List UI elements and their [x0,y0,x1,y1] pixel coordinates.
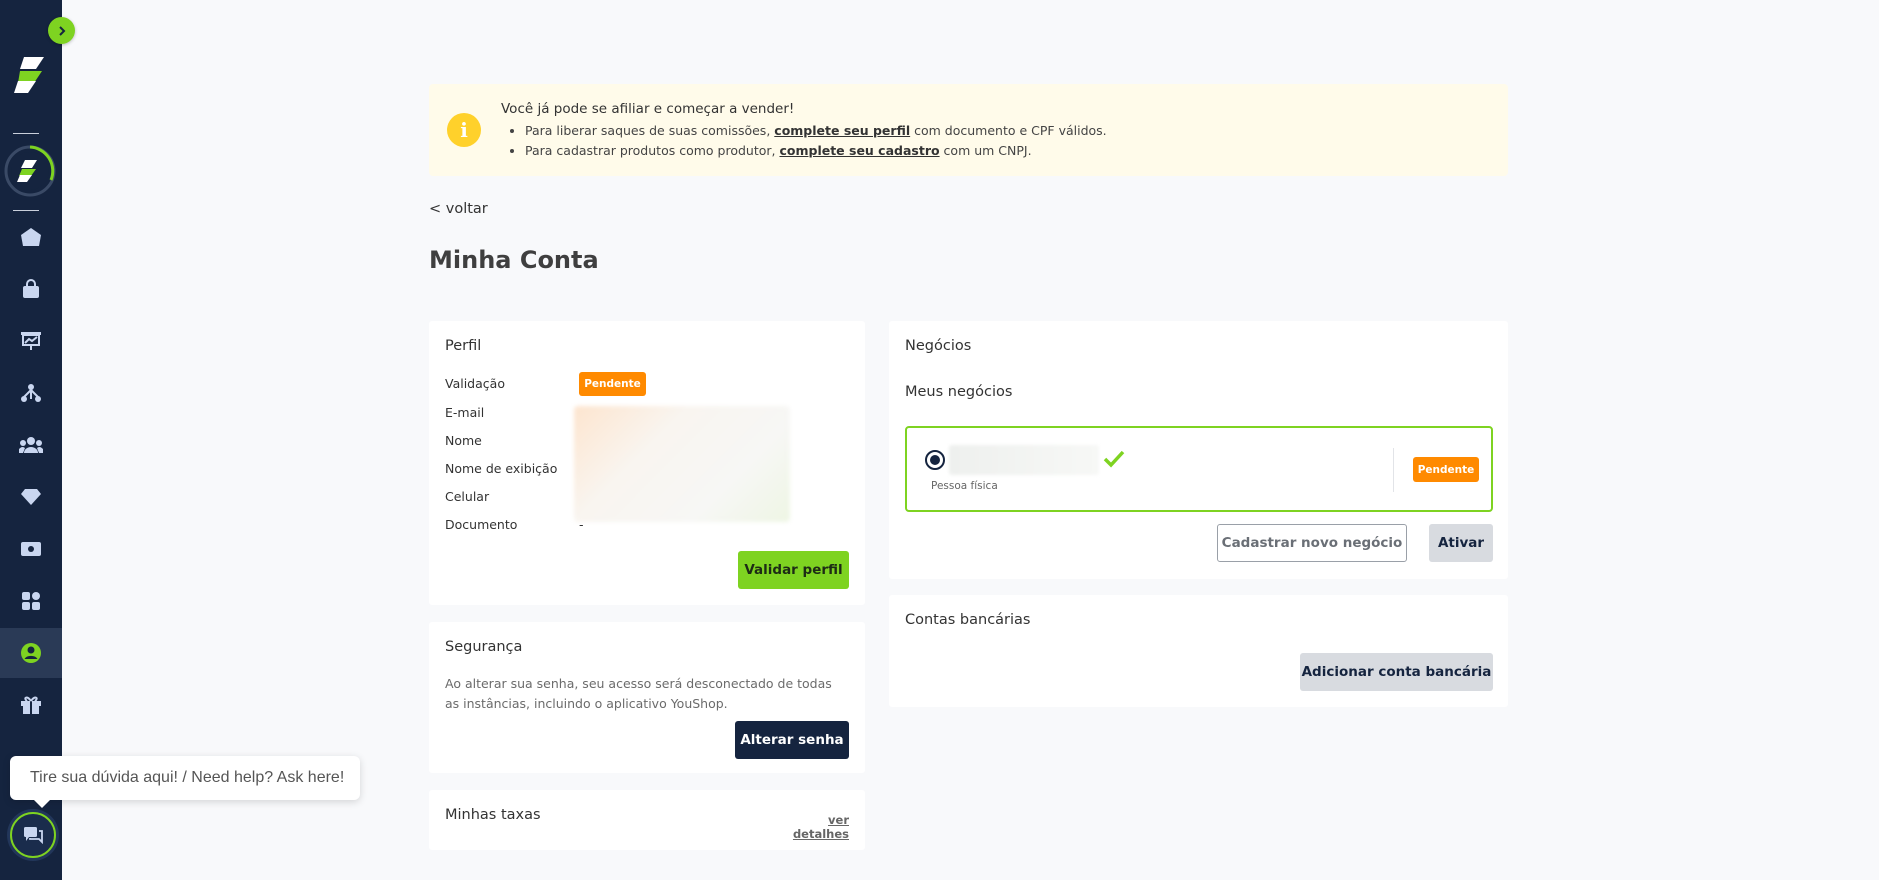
validate-profile-button[interactable]: Validar perfil [738,551,849,589]
chevron-right-icon [58,25,65,36]
help-tooltip[interactable]: Tire sua dúvida aqui! / Need help? Ask h… [10,756,360,808]
document-label: Documento [445,517,518,532]
add-bank-account-button[interactable]: Adicionar conta bancária [1300,653,1493,691]
info-banner: i Você já pode se afiliar e começar a ve… [429,84,1508,176]
validation-label: Validação [445,376,505,391]
banner-title: Você já pode se afiliar e começar a vend… [501,101,795,117]
activate-business-button[interactable]: Ativar [1429,524,1493,562]
change-password-button[interactable]: Alterar senha [735,721,849,759]
fees-details-link[interactable]: ver detalhes [779,813,849,841]
bank-accounts-card: Contas bancárias Adicionar conta bancári… [889,595,1508,707]
logo-icon[interactable] [8,52,54,98]
users-icon [19,437,43,453]
sidebar-item-reports[interactable] [0,316,62,366]
complete-profile-link[interactable]: complete seu perfil [774,123,910,138]
complete-registration-link[interactable]: complete seu cadastro [779,143,939,158]
expand-sidebar-button[interactable] [48,17,75,44]
banner-item: Para cadastrar produtos como produtor, c… [525,141,1107,161]
sidebar-item-account[interactable] [0,628,62,678]
document-value: - [579,517,584,532]
sidebar-item-apps[interactable] [0,576,62,626]
sidebar-divider [13,133,39,134]
business-card: Negócios Meus negócios Pessoa física Pen… [889,321,1508,579]
banner-text: com documento e CPF válidos. [910,123,1107,138]
sidebar-item-home[interactable] [0,212,62,262]
sidebar-item-diamond[interactable] [0,472,62,522]
banner-text: Para liberar saques de suas comissões, [525,123,775,138]
name-label: Nome [445,433,482,448]
business-radio[interactable] [925,450,945,470]
user-avatar[interactable] [3,144,57,198]
banner-text: com um CNPJ. [939,143,1032,158]
sidebar-item-shop[interactable] [0,264,62,314]
shopping-bag-icon [23,279,39,298]
profile-card-title: Perfil [445,338,482,354]
sidebar-item-gifts[interactable] [0,680,62,730]
sidebar [0,0,62,880]
sidebar-item-users[interactable] [0,420,62,470]
email-label: E-mail [445,405,485,420]
business-status-badge: Pendente [1413,457,1479,482]
sidebar-item-finance[interactable] [0,524,62,574]
back-link[interactable]: < voltar [429,201,488,217]
page-title: Minha Conta [429,246,599,274]
fees-card-title: Minhas taxas [445,807,541,823]
phone-label: Celular [445,489,490,504]
gift-icon [21,696,41,714]
security-card: Segurança Ao alterar sua senha, seu aces… [429,622,865,773]
chat-icon [24,827,43,844]
bank-accounts-title: Contas bancárias [905,612,1031,628]
banner-text: Para cadastrar produtos como produtor, [525,143,780,158]
network-icon [21,384,41,402]
business-card-title: Negócios [905,338,972,354]
my-business-subtitle: Meus negócios [905,384,1013,400]
security-card-title: Segurança [445,639,523,655]
banner-list: Para liberar saques de suas comissões, c… [525,121,1107,161]
home-icon [21,228,41,246]
security-description: Ao alterar sua senha, seu acesso será de… [445,676,832,711]
sidebar-item-network[interactable] [0,368,62,418]
apps-grid-icon [22,592,40,610]
chat-support-button[interactable] [10,812,56,858]
profile-card: Perfil Validação Pendente E-mail Nome No… [429,321,865,605]
info-icon: i [447,113,481,147]
presentation-chart-icon [21,332,41,350]
business-item[interactable]: Pessoa física Pendente [905,426,1493,512]
validation-status-badge: Pendente [579,372,646,396]
redacted-profile-values [574,406,790,522]
diamond-icon [21,489,41,505]
fees-card: Minhas taxas ver detalhes [429,790,865,850]
banner-item: Para liberar saques de suas comissões, c… [525,121,1107,141]
new-business-button[interactable]: Cadastrar novo negócio [1217,524,1407,562]
business-type: Pessoa física [931,480,998,492]
sidebar-divider [13,210,39,211]
account-circle-icon [21,643,41,663]
business-divider [1393,448,1394,492]
money-icon [21,542,41,556]
display-name-label: Nome de exibição [445,461,558,476]
redacted-business-name [949,445,1099,475]
check-icon [1103,450,1125,468]
